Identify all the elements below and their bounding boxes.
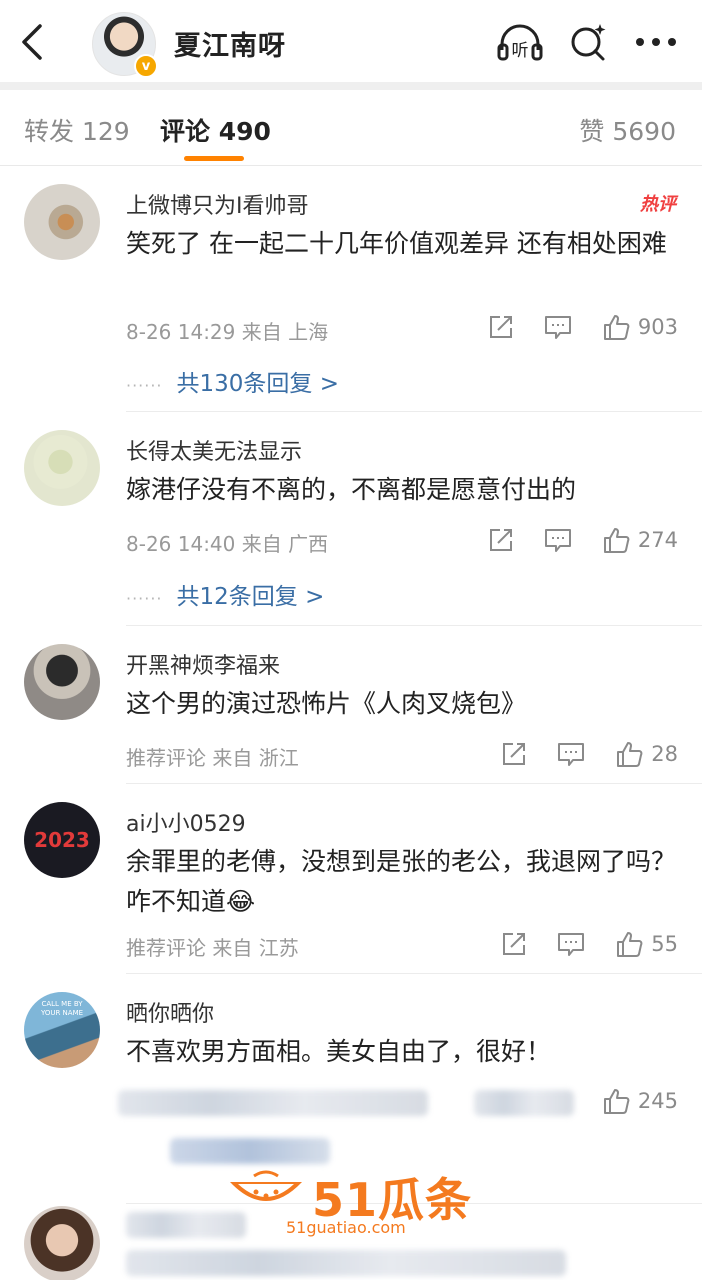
- more-options-button[interactable]: [630, 18, 682, 66]
- reply-button[interactable]: [544, 527, 572, 553]
- commenter-name[interactable]: 长得太美无法显示: [126, 434, 302, 466]
- commenter-name[interactable]: 晒你晒你: [126, 996, 214, 1028]
- page-title: 夏江南呀: [174, 31, 286, 62]
- like-count: 903: [637, 315, 678, 339]
- commenter-avatar[interactable]: [24, 1206, 100, 1280]
- comment-meta: 推荐评论 来自 江苏: [126, 936, 299, 960]
- share-icon: [503, 933, 526, 955]
- view-replies-link[interactable]: ······ 共130条回复 >: [126, 364, 339, 398]
- thumbs-up-icon: [603, 1089, 630, 1114]
- comment-actions: 55: [471, 928, 678, 960]
- more-dots-icon: [636, 38, 676, 46]
- watermark-url: 51guatiao.com: [286, 1218, 406, 1237]
- top-bar: v 夏江南呀 听: [0, 0, 702, 82]
- like-button[interactable]: 28: [615, 740, 678, 768]
- blurred-replies: [170, 1138, 330, 1164]
- view-replies-link[interactable]: ······ 共12条回复 >: [126, 577, 324, 611]
- headphones-icon: 听: [497, 24, 543, 61]
- reply-button[interactable]: [557, 931, 585, 957]
- blurred-actions: [474, 1090, 574, 1116]
- share-icon: [503, 743, 526, 765]
- comment-actions: 274: [458, 524, 678, 556]
- thumbs-up-icon: [603, 315, 630, 340]
- tab-bar: 转发 129 评论 490 赞 5690: [0, 90, 702, 166]
- comment-icon: [558, 933, 585, 956]
- comment-item: 上微博只为I看帅哥 热评 笑死了 在一起二十几年价值观差异 还有相处困难 8-2…: [0, 166, 702, 412]
- comment-text: 余罪里的老傅，没想到是张的老公，我退网了吗？咋不知道😂: [126, 847, 677, 916]
- comment-icon: [544, 529, 571, 552]
- commenter-avatar[interactable]: CALL ME BY YOUR NAME: [24, 992, 100, 1068]
- like-count: 55: [651, 932, 678, 956]
- commenter-name[interactable]: ai小小0529: [126, 806, 246, 838]
- comment-text: 这个男的演过恐怖片《人肉叉烧包》: [126, 689, 527, 718]
- melon-slice-logo-icon: [230, 1170, 302, 1201]
- comment-actions: 903: [458, 311, 678, 343]
- active-tab-indicator: [184, 156, 244, 161]
- comment-meta: 推荐评论 来自 浙江: [126, 746, 299, 770]
- verified-badge-icon: v: [134, 54, 158, 78]
- tab-reposts[interactable]: 转发 129: [24, 112, 130, 148]
- commenter-avatar[interactable]: [24, 430, 100, 506]
- like-button[interactable]: 245: [602, 1087, 678, 1115]
- share-icon: [489, 316, 512, 338]
- commenter-avatar[interactable]: [24, 644, 100, 720]
- comment-item: 开黑神烦李福来 这个男的演过恐怖片《人肉叉烧包》 推荐评论 来自 浙江 28: [0, 626, 702, 784]
- commenter-name[interactable]: 开黑神烦李福来: [126, 648, 280, 680]
- comment-text: 笑死了 在一起二十几年价值观差异 还有相处困难: [126, 229, 667, 258]
- thumbs-up-icon: [617, 742, 643, 767]
- search-sparkle-icon: [571, 24, 606, 61]
- share-icon: [489, 529, 512, 551]
- thumbs-up-icon: [617, 932, 643, 957]
- reply-button[interactable]: [557, 741, 585, 767]
- comment-text: 不喜欢男方面相。美女自由了，很好！: [126, 1037, 552, 1066]
- comment-actions: 28: [471, 738, 678, 770]
- comment-item: 2023 ai小小0529 余罪里的老傅，没想到是张的老公，我退网了吗？咋不知道…: [0, 784, 702, 974]
- blurred-meta: [118, 1090, 428, 1116]
- comment-meta: 8-26 14:29 来自 上海: [126, 320, 329, 344]
- header-divider: [0, 82, 702, 90]
- comment-actions: 245: [572, 1085, 678, 1117]
- reply-button[interactable]: [544, 314, 572, 340]
- listen-button[interactable]: 听: [494, 18, 546, 66]
- commenter-avatar[interactable]: 2023: [24, 802, 100, 878]
- replies-label: 共130条回复 >: [176, 371, 339, 397]
- comment-item: 长得太美无法显示 嫁港仔没有不离的，不离都是愿意付出的 8-26 14:40 来…: [0, 412, 702, 626]
- like-count: 245: [637, 1089, 678, 1113]
- hot-comment-badge: 热评: [640, 194, 676, 215]
- search-button[interactable]: [562, 18, 614, 66]
- comment-icon: [558, 743, 585, 766]
- like-count: 28: [651, 742, 678, 766]
- avatar-year-text: 2023: [34, 828, 90, 852]
- like-button[interactable]: 55: [615, 930, 678, 958]
- thumbs-up-icon: [603, 528, 630, 553]
- back-arrow-icon[interactable]: [14, 20, 54, 64]
- comment-text: 嫁港仔没有不离的，不离都是愿意付出的: [126, 475, 577, 504]
- repost-button[interactable]: [488, 527, 514, 553]
- commenter-avatar[interactable]: [24, 184, 100, 260]
- repost-button[interactable]: [501, 741, 527, 767]
- tab-comments[interactable]: 评论 490: [160, 112, 271, 148]
- commenter-name[interactable]: 上微博只为I看帅哥: [126, 188, 309, 220]
- repost-button[interactable]: [488, 314, 514, 340]
- avatar-poster-text: CALL ME BY YOUR NAME: [40, 1000, 84, 1017]
- tab-likes[interactable]: 赞 5690: [579, 112, 676, 148]
- like-button[interactable]: 903: [602, 313, 678, 341]
- like-button[interactable]: 274: [602, 526, 678, 554]
- comment-meta: 8-26 14:40 来自 广西: [126, 532, 329, 556]
- svg-text:听: 听: [512, 41, 529, 61]
- blurred-text: [126, 1250, 566, 1276]
- site-watermark: 51瓜条 51guatiao.com: [226, 1162, 476, 1240]
- like-count: 274: [637, 528, 678, 552]
- replies-label: 共12条回复 >: [176, 584, 325, 610]
- author-avatar[interactable]: v: [92, 12, 158, 78]
- repost-button[interactable]: [501, 931, 527, 957]
- comment-icon: [544, 316, 571, 339]
